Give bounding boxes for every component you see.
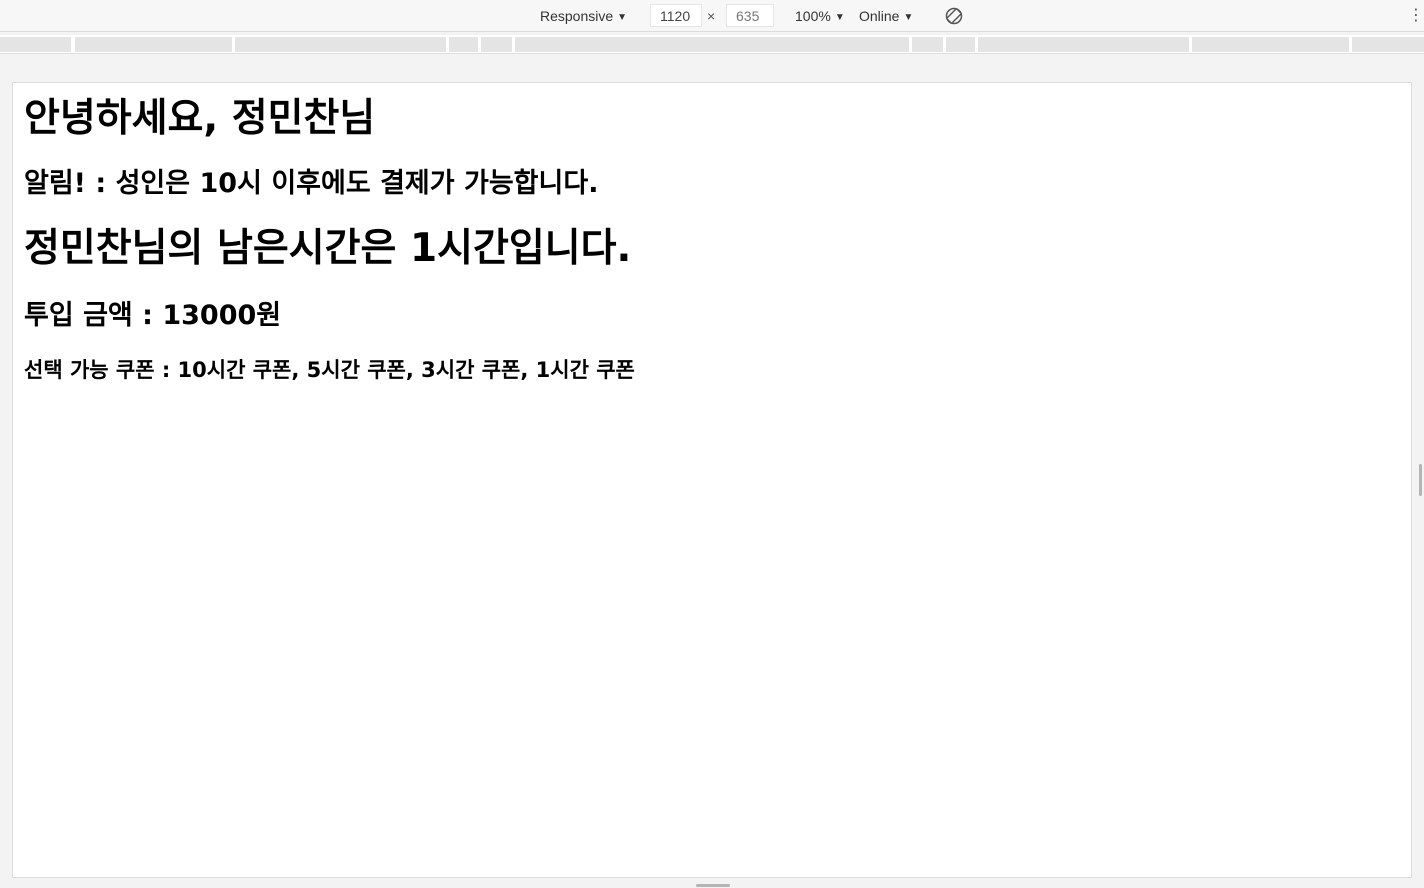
rotate-icon [945,7,963,25]
media-query-segment[interactable] [1192,37,1349,52]
media-query-segment[interactable] [1352,37,1424,52]
zoom-label: 100% [795,8,831,24]
media-query-segment[interactable] [449,37,478,52]
zoom-dropdown[interactable]: 100% ▼ [795,0,845,32]
notice-heading: 알림! : 성인은 10시 이후에도 결제가 가능합니다. [24,168,599,199]
height-input[interactable]: 635 [726,4,774,27]
media-query-segment[interactable] [75,37,232,52]
media-query-segment[interactable] [235,37,446,52]
caret-down-icon: ▼ [617,12,628,23]
network-label: Online [859,8,900,24]
dimension-separator: × [707,8,716,24]
network-throttle-dropdown[interactable]: Online ▼ [859,0,913,32]
width-input[interactable]: 1120 [650,4,702,27]
media-query-segment[interactable] [0,37,71,52]
device-dropdown[interactable]: Responsive ▼ [540,0,627,32]
right-resize-handle[interactable] [1419,464,1422,496]
remaining-time-heading: 정민찬님의 남은시간은 1시간입니다. [24,226,632,271]
media-query-segment[interactable] [515,37,909,52]
caret-down-icon: ▼ [903,12,914,23]
caret-down-icon: ▼ [834,12,845,23]
devtools-device-toolbar: Responsive ▼ 1120 × 635 100% ▼ Online ▼ ⋮ [0,0,1424,32]
available-coupons-text: 선택 가능 쿠폰 : 10시간 쿠폰, 5시간 쿠폰, 3시간 쿠폰, 1시간 … [24,358,635,382]
device-label: Responsive [540,8,614,24]
more-options-button[interactable]: ⋮ [1408,0,1424,32]
greeting-heading: 안녕하세요, 정민찬님 [24,96,376,141]
media-query-segment[interactable] [912,37,943,52]
media-query-bar [0,35,1424,54]
inserted-amount-heading: 투입 금액 : 13000원 [24,300,282,331]
media-query-segment[interactable] [481,37,512,52]
bottom-resize-handle[interactable] [696,884,730,887]
media-query-segment[interactable] [978,37,1189,52]
rotate-button[interactable] [944,6,964,26]
page-viewport: 안녕하세요, 정민찬님 알림! : 성인은 10시 이후에도 결제가 가능합니다… [12,82,1412,878]
media-query-segment[interactable] [946,37,975,52]
